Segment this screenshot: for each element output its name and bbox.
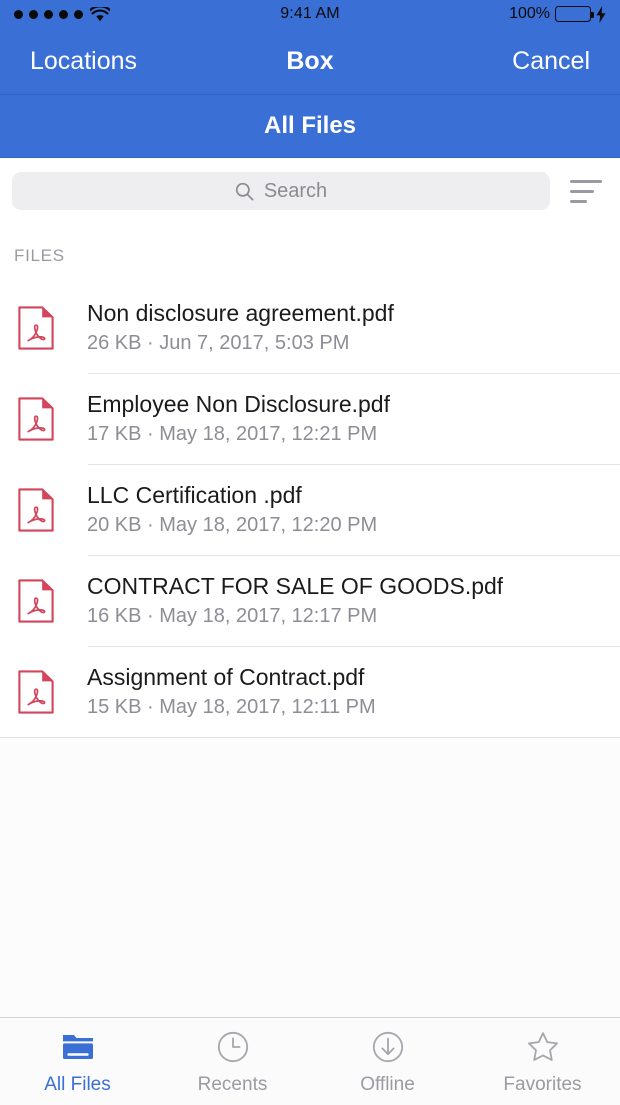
file-row-texts: CONTRACT FOR SALE OF GOODS.pdf 16 KB · Ma…: [87, 573, 503, 628]
file-row[interactable]: Non disclosure agreement.pdf 26 KB · Jun …: [0, 282, 620, 373]
section-header-files: FILES: [0, 224, 620, 282]
clock-icon: [217, 1031, 248, 1062]
pdf-file-icon: [18, 396, 54, 441]
tab-all-files[interactable]: All Files: [0, 1018, 155, 1105]
search-placeholder: Search: [263, 179, 328, 202]
file-row[interactable]: Employee Non Disclosure.pdf 17 KB · May 1…: [0, 373, 620, 464]
star-icon: [527, 1031, 558, 1061]
tab-label: Offline: [360, 1073, 415, 1095]
file-row-texts: Non disclosure agreement.pdf 26 KB · Jun …: [87, 300, 394, 355]
sub-header-title: All Files: [263, 112, 357, 139]
file-row-texts: Assignment of Contract.pdf 15 KB · May 18…: [87, 664, 376, 719]
folder-icon: [62, 1034, 93, 1059]
file-rows-container: Non disclosure agreement.pdf 26 KB · Jun …: [0, 282, 620, 737]
tab-recents[interactable]: Recents: [155, 1018, 310, 1105]
sort-line: [570, 179, 602, 183]
status-bar: 9:41 AM 100%: [0, 0, 620, 28]
file-row-texts: LLC Certification .pdf 20 KB · May 18, 20…: [87, 482, 377, 537]
battery-icon: [555, 6, 594, 22]
file-list-area: FILES Non disclosure agreement.pdf 26 KB …: [0, 224, 620, 1017]
file-row[interactable]: Assignment of Contract.pdf 15 KB · May 18…: [0, 646, 620, 737]
navigation-bar: Locations Box Cancel: [0, 28, 620, 95]
file-name: Employee Non Disclosure.pdf: [87, 391, 390, 417]
file-meta: 15 KB · May 18, 2017, 12:11 PM: [87, 696, 376, 718]
file-meta: 26 KB · Jun 7, 2017, 5:03 PM: [87, 332, 350, 354]
pdf-file-icon: [18, 305, 54, 350]
search-icon: [235, 182, 254, 200]
file-meta: 20 KB · May 18, 2017, 12:20 PM: [87, 514, 378, 536]
tab-label: All Files: [44, 1073, 111, 1095]
file-list: FILES Non disclosure agreement.pdf 26 KB …: [0, 224, 620, 738]
sub-header-bar: All Files: [0, 95, 620, 158]
bottom-tab-bar: All Files Recents Offline Favorites: [0, 1017, 620, 1105]
app-screen: 9:41 AM 100% Locations Box Cancel All Fi…: [0, 0, 620, 1105]
tab-label: Recents: [197, 1073, 268, 1095]
pdf-file-icon: [18, 578, 54, 623]
file-meta: 17 KB · May 18, 2017, 12:21 PM: [87, 423, 378, 445]
tab-offline[interactable]: Offline: [310, 1018, 465, 1105]
search-input[interactable]: Search: [12, 172, 550, 210]
tab-favorites[interactable]: Favorites: [465, 1018, 620, 1105]
sort-line: [570, 189, 594, 193]
download-arrow-icon: [372, 1031, 403, 1062]
search-row: Search: [0, 158, 620, 224]
file-name: CONTRACT FOR SALE OF GOODS.pdf: [87, 573, 504, 599]
file-row-texts: Employee Non Disclosure.pdf 17 KB · May 1…: [87, 391, 390, 446]
pdf-file-icon: [18, 487, 54, 532]
sort-line: [570, 199, 587, 203]
file-row[interactable]: CONTRACT FOR SALE OF GOODS.pdf 16 KB · Ma…: [0, 555, 620, 646]
status-bar-time: 9:41 AM: [280, 5, 340, 22]
file-meta: 16 KB · May 18, 2017, 12:17 PM: [87, 605, 378, 627]
locations-back-button[interactable]: Locations: [30, 47, 137, 76]
cancel-button[interactable]: Cancel: [512, 47, 590, 76]
file-row[interactable]: LLC Certification .pdf 20 KB · May 18, 20…: [0, 464, 620, 555]
file-name: Non disclosure agreement.pdf: [87, 300, 394, 326]
pdf-file-icon: [18, 669, 54, 714]
file-name: Assignment of Contract.pdf: [87, 664, 365, 690]
sort-lines-icon[interactable]: [564, 171, 608, 211]
tab-label: Favorites: [503, 1073, 582, 1095]
file-name: LLC Certification .pdf: [87, 482, 302, 508]
